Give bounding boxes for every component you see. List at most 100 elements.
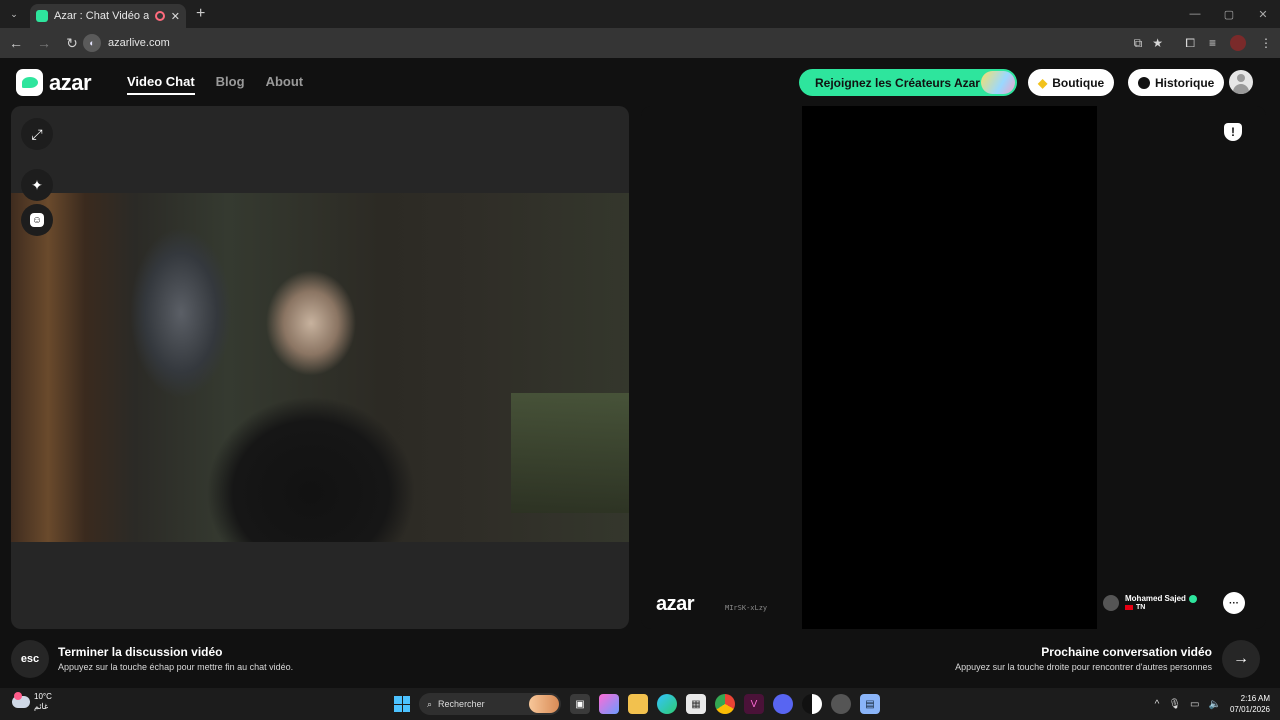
partner-name-row: Mohamed Sajed	[1125, 594, 1197, 603]
browser-tab-bar: ⌄ Azar : Chat Vidéo avec de n ✕ + — ▢ ✕	[0, 0, 1280, 28]
copilot-icon[interactable]	[599, 694, 619, 714]
shop-button[interactable]: ◆ Boutique	[1028, 69, 1115, 96]
taskbar-clock[interactable]: 2:16 AM 07/01/2026	[1230, 693, 1270, 715]
azar-page: azar Video Chat Blog About Rejoignez les…	[0, 58, 1280, 688]
maximize-button[interactable]: ▢	[1212, 0, 1246, 28]
calculator-icon[interactable]: ▤	[860, 694, 880, 714]
close-window-button[interactable]: ✕	[1246, 0, 1280, 28]
tab-title: Azar : Chat Vidéo avec de n	[54, 10, 149, 22]
taskbar-search[interactable]: ⌕ Rechercher	[419, 693, 561, 715]
windows-taskbar: 10°C غائم ⌕ Rechercher ▣ ▦ V ▤ ^ 🎙 ▭ 🔈 2…	[0, 688, 1280, 720]
edge-icon[interactable]	[657, 694, 677, 714]
tunisia-flag-icon	[1125, 605, 1133, 610]
browser-menu-icon[interactable]: ⋮	[1260, 36, 1272, 50]
self-video-panel: ⤢ ✦ ☺	[11, 106, 629, 629]
store-icon[interactable]: ▦	[686, 694, 706, 714]
join-creators-label: Rejoignez les Créateurs Azar	[815, 75, 980, 90]
search-icon: ⌕	[427, 698, 433, 709]
shop-label: Boutique	[1052, 75, 1105, 90]
minimize-button[interactable]: —	[1178, 0, 1212, 28]
clock-time: 2:16 AM	[1240, 694, 1270, 703]
history-label: Historique	[1155, 75, 1215, 90]
system-tray: ^ 🎙 ▭ 🔈 2:16 AM 07/01/2026	[1155, 688, 1280, 720]
search-highlight-icon	[529, 695, 559, 713]
azar-watermark-logo: azar	[656, 593, 695, 615]
face-filter-icon: ☺	[30, 213, 44, 227]
next-chat-title: Prochaine conversation vidéo	[1041, 645, 1212, 659]
new-tab-button[interactable]: +	[196, 5, 205, 23]
azar-logo[interactable]: azar	[16, 69, 92, 96]
back-button[interactable]: ←	[4, 31, 28, 55]
steam-icon[interactable]	[831, 694, 851, 714]
session-code: MIrSK-xLzy	[725, 604, 768, 612]
volume-icon[interactable]: 🔈	[1209, 699, 1221, 710]
obs-icon[interactable]	[802, 694, 822, 714]
verified-badge-icon	[1188, 594, 1197, 603]
end-chat-button[interactable]: esc	[11, 640, 49, 678]
remote-camera-feed	[802, 106, 1097, 629]
report-button[interactable]: !	[1224, 123, 1242, 141]
azar-logo-icon	[16, 69, 43, 96]
install-app-icon[interactable]: ⧉	[1134, 36, 1143, 51]
temperature: 10°C	[34, 692, 52, 701]
face-filter-button[interactable]: ☺	[21, 204, 53, 236]
remote-video-panel: ! azar MIrSK-xLzy Mohamed Sajed TN ···	[641, 106, 1266, 629]
next-chat-button[interactable]: →	[1222, 640, 1260, 678]
effects-button[interactable]: ✦	[21, 169, 53, 201]
site-header: azar Video Chat Blog About Rejoignez les…	[0, 58, 1280, 106]
history-button[interactable]: Historique	[1128, 69, 1225, 96]
expand-icon: ⤢	[31, 125, 43, 142]
network-icon[interactable]: ▭	[1190, 699, 1199, 710]
recording-indicator-icon	[154, 11, 165, 21]
partner-info[interactable]: Mohamed Sajed TN	[1103, 594, 1197, 611]
chat-button[interactable]: ···	[1223, 592, 1245, 614]
partner-name: Mohamed Sajed	[1125, 594, 1186, 603]
url-text[interactable]: azarlive.com	[108, 37, 170, 49]
file-explorer-icon[interactable]	[628, 694, 648, 714]
chrome-icon[interactable]	[715, 694, 735, 714]
nav-video-chat[interactable]: Video Chat	[127, 74, 195, 95]
tray-overflow-icon[interactable]: ^	[1155, 699, 1160, 710]
weather-label: غائم	[34, 702, 49, 711]
site-info-icon[interactable]: ◐	[83, 34, 101, 52]
taskbar-apps: ⌕ Rechercher ▣ ▦ V ▤	[394, 692, 880, 716]
address-bar-actions: ⧉ ★	[1134, 31, 1165, 55]
search-label: Rechercher	[438, 699, 485, 709]
expand-button[interactable]: ⤢	[21, 118, 53, 150]
extensions-icon[interactable]: ⧠	[1185, 36, 1195, 51]
discord-icon[interactable]	[773, 694, 793, 714]
microphone-icon[interactable]: 🎙	[1168, 699, 1181, 710]
join-creators-button[interactable]: Rejoignez les Créateurs Azar	[799, 69, 1017, 96]
tab-search-button[interactable]: ⌄	[4, 4, 24, 24]
partner-country: TN	[1136, 604, 1146, 611]
background-wall	[511, 393, 629, 513]
self-camera-feed	[11, 193, 629, 542]
partner-avatar	[1103, 594, 1119, 611]
partner-country-row: TN	[1125, 604, 1197, 611]
user-avatar[interactable]	[1229, 70, 1253, 94]
browser-actions: ⧠ ≡ ⋮	[1185, 31, 1272, 55]
end-chat-title: Terminer la discussion vidéo	[58, 645, 223, 659]
vegas-app-icon[interactable]: V	[744, 694, 764, 714]
azar-favicon-icon	[36, 10, 48, 22]
weather-text: 10°C غائم	[34, 692, 52, 712]
tab-close-button[interactable]: ✕	[171, 10, 180, 23]
browser-tab[interactable]: Azar : Chat Vidéo avec de n ✕	[30, 4, 186, 28]
weather-widget[interactable]: 10°C غائم	[12, 692, 52, 712]
media-controls-icon[interactable]: ≡	[1209, 36, 1216, 50]
forward-button[interactable]: →	[32, 31, 56, 55]
next-chat-subtitle: Appuyez sur la touche droite pour rencon…	[955, 662, 1212, 672]
nav-blog[interactable]: Blog	[216, 74, 245, 95]
nav-about[interactable]: About	[266, 74, 304, 95]
start-button[interactable]	[394, 696, 410, 712]
clock-icon	[1138, 76, 1150, 89]
bookmark-star-icon[interactable]: ★	[1152, 36, 1163, 50]
address-bar[interactable]: ◐ azarlive.com ⧉ ★	[80, 31, 1165, 55]
profile-avatar-icon[interactable]	[1230, 35, 1246, 51]
task-view-icon[interactable]: ▣	[570, 694, 590, 714]
clock-date: 07/01/2026	[1229, 705, 1270, 714]
window-controls: — ▢ ✕	[1178, 0, 1280, 28]
main-nav: Video Chat Blog About	[127, 74, 303, 95]
browser-toolbar: ← → ↻ ◐ azarlive.com ⧉ ★ ⧠ ≡ ⋮	[0, 28, 1280, 58]
end-chat-subtitle: Appuyez sur la touche échap pour mettre …	[58, 662, 294, 672]
